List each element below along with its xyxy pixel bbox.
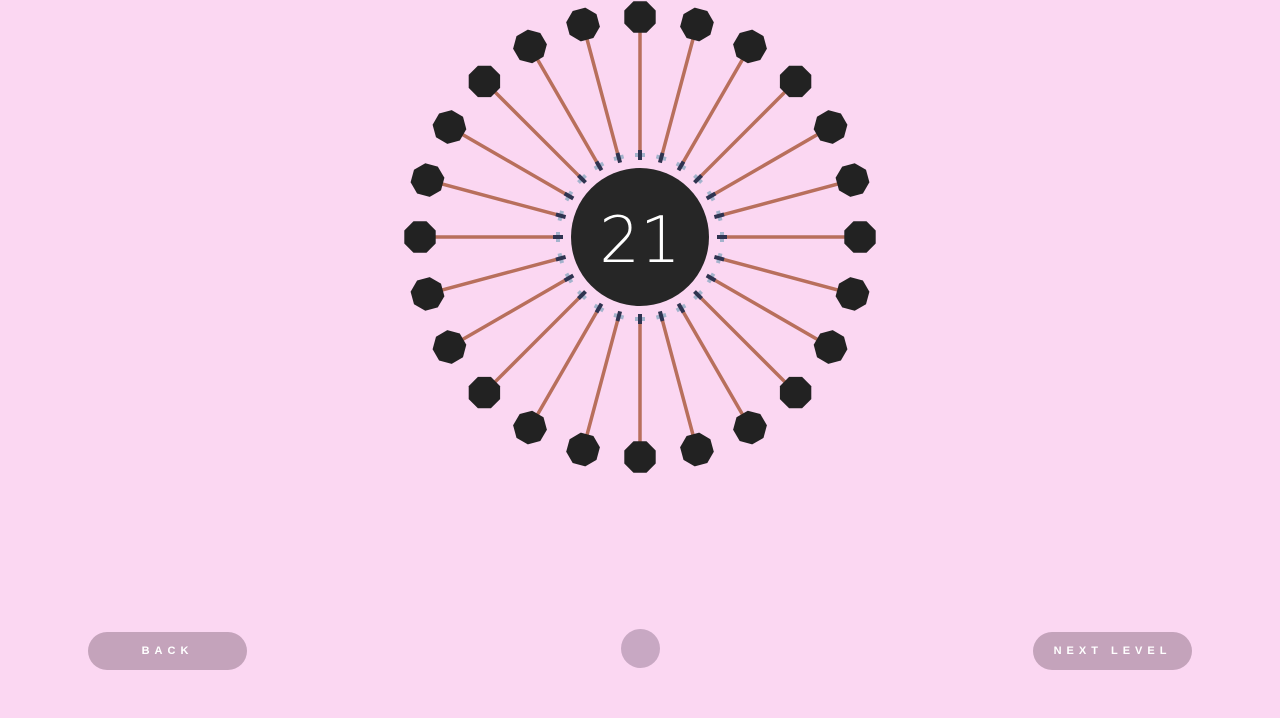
next-level-button-label: NEXT LEVEL: [1053, 645, 1172, 657]
pin-tip: [717, 232, 727, 242]
pin-tip: [555, 252, 567, 264]
pin-tip: [635, 150, 645, 160]
pin-tip: [613, 152, 625, 164]
circle-icon[interactable]: [621, 629, 660, 668]
pin-head: [432, 330, 467, 364]
pin-line: [448, 278, 567, 349]
pin-line: [448, 125, 567, 196]
pin: [717, 221, 876, 253]
game-board[interactable]: 21: [0, 0, 1280, 718]
pin-tip: [563, 190, 575, 202]
pin-head: [844, 221, 876, 253]
pin-tip: [675, 302, 687, 314]
pin-tip: [705, 272, 717, 284]
pin-head: [779, 376, 812, 409]
pin-head: [733, 29, 767, 64]
pin-tip: [675, 160, 687, 172]
pin-head: [813, 110, 848, 144]
pin-line: [713, 278, 832, 349]
pin-tip: [705, 190, 717, 202]
pin: [713, 163, 870, 222]
pin-line: [483, 296, 581, 394]
pin-line: [713, 125, 832, 196]
pin: [468, 290, 587, 409]
pin: [468, 65, 587, 184]
pin-line: [483, 80, 581, 178]
pin-head: [404, 221, 436, 253]
pin: [404, 221, 563, 253]
pin-line: [681, 310, 752, 429]
pin: [713, 252, 870, 311]
level-number: 21: [599, 204, 680, 278]
pin-head: [410, 277, 445, 311]
pin-head: [432, 110, 467, 144]
pin-line: [722, 178, 853, 217]
pin-head: [733, 410, 767, 445]
pin-head: [513, 410, 547, 445]
pin-line: [722, 257, 853, 296]
pin-head: [680, 7, 714, 42]
pin-tip: [553, 232, 563, 242]
pin-line: [681, 45, 752, 164]
pin-tip: [713, 252, 725, 264]
pin-head: [624, 1, 656, 33]
pin-head: [680, 432, 714, 467]
pin: [624, 314, 656, 473]
pin-head: [813, 330, 848, 364]
pin: [693, 65, 812, 184]
pin-head: [624, 441, 656, 473]
pin: [624, 1, 656, 160]
pin-line: [427, 257, 558, 296]
pin: [566, 7, 625, 164]
pin-head: [566, 7, 600, 42]
pin: [655, 310, 714, 467]
pin-line: [660, 319, 699, 450]
pin-head: [513, 29, 547, 64]
pin-tip: [713, 210, 725, 222]
game-stage[interactable]: 21 BACK NEXT LEVEL: [0, 0, 1280, 718]
pin: [693, 290, 812, 409]
pin-line: [660, 24, 699, 155]
pin: [655, 7, 714, 164]
pin-line: [581, 24, 620, 155]
pin-tip: [635, 314, 645, 324]
pin-head: [779, 65, 812, 98]
pin-line: [699, 80, 797, 178]
pin-line: [699, 296, 797, 394]
pin-tip: [613, 310, 625, 322]
back-button-label: BACK: [141, 645, 194, 657]
pin-head: [410, 163, 445, 197]
pin-line: [581, 319, 620, 450]
pin-tip: [655, 152, 667, 164]
pin: [410, 252, 567, 311]
pin-tip: [555, 210, 567, 222]
pin-tip: [563, 272, 575, 284]
pin-tip: [593, 302, 605, 314]
back-button[interactable]: BACK: [88, 632, 247, 670]
pin-line: [528, 45, 599, 164]
pin: [566, 310, 625, 467]
next-level-button[interactable]: NEXT LEVEL: [1033, 632, 1192, 670]
pin-tip: [593, 160, 605, 172]
pin-line: [427, 178, 558, 217]
pin-tip: [655, 310, 667, 322]
pin-head: [468, 376, 501, 409]
pin-head: [835, 277, 870, 311]
pin-head: [835, 163, 870, 197]
pin-line: [528, 310, 599, 429]
pin-head: [566, 432, 600, 467]
pin: [410, 163, 567, 222]
pin-head: [468, 65, 501, 98]
